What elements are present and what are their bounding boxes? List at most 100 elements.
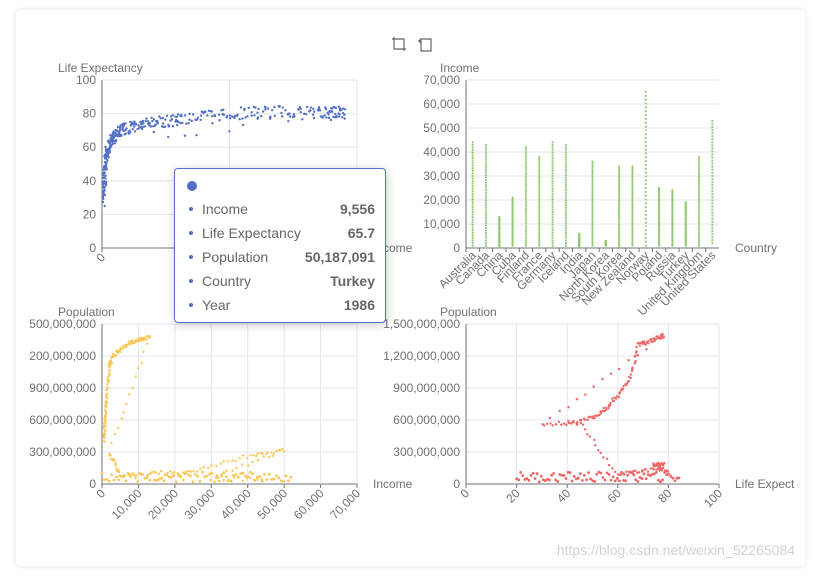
data-point: [103, 161, 107, 164]
data-point: [134, 123, 138, 126]
data-point: [162, 479, 166, 483]
y-tick-label: 300,000,000: [29, 445, 96, 459]
data-point: [538, 155, 541, 158]
data-point: [711, 205, 714, 208]
data-point: [484, 146, 488, 149]
data-point: [631, 202, 634, 206]
data-point: [697, 157, 701, 161]
data-point: [471, 205, 474, 208]
data-point: [484, 214, 488, 217]
data-point: [114, 463, 117, 467]
data-point: [636, 480, 640, 483]
data-point: [114, 475, 118, 479]
data-point: [204, 110, 207, 113]
data-point: [484, 186, 488, 189]
data-point: [549, 422, 552, 425]
data-point: [654, 470, 658, 474]
data-point: [633, 362, 637, 365]
data-point: [631, 195, 634, 198]
x-tick-label: 40: [554, 486, 574, 506]
data-point: [326, 111, 329, 114]
data-point: [631, 236, 634, 239]
data-point: [621, 387, 625, 391]
y-axis-name: Population: [440, 305, 497, 319]
data-point: [231, 469, 234, 472]
data-point: [644, 98, 647, 101]
data-point: [309, 109, 312, 112]
data-point: [618, 239, 621, 242]
data-point: [591, 175, 594, 178]
data-point: [104, 409, 107, 412]
data-point: [343, 108, 347, 111]
data-point: [551, 200, 554, 203]
data-point: [591, 238, 594, 241]
data-point: [524, 237, 528, 240]
zoom-reset-icon[interactable]: [417, 36, 433, 52]
data-point: [618, 199, 621, 202]
data-point: [484, 201, 488, 204]
data-point: [484, 234, 488, 237]
tooltip: Income 9,556 Life Expectancy 65.7 Popula…: [174, 168, 386, 323]
data-point: [631, 208, 634, 212]
data-point: [644, 198, 647, 201]
data-point: [103, 189, 106, 192]
data-point: [591, 198, 594, 201]
data-point: [471, 154, 474, 157]
data-point: [613, 470, 617, 474]
data-point: [116, 426, 120, 430]
data-point: [248, 470, 252, 474]
data-point: [229, 479, 233, 483]
x-tick-label: 20,000: [145, 486, 181, 522]
data-point: [110, 138, 113, 142]
data-point: [228, 114, 232, 117]
area-zoom-icon[interactable]: [391, 36, 407, 52]
data-point: [551, 216, 554, 219]
data-point: [312, 116, 316, 120]
data-point: [287, 479, 290, 483]
data-point: [638, 344, 642, 347]
data-point: [564, 219, 567, 222]
data-point: [524, 195, 528, 198]
data-point: [471, 143, 474, 147]
data-point: [564, 168, 567, 172]
data-point: [576, 476, 580, 480]
data-point: [644, 213, 647, 216]
data-point: [241, 123, 245, 127]
data-point: [124, 122, 127, 125]
data-point: [188, 118, 191, 121]
data-point: [635, 350, 638, 353]
data-point: [191, 113, 195, 116]
data-point: [484, 206, 488, 209]
x-tick-label: 20: [503, 486, 523, 506]
data-point: [609, 478, 613, 482]
data-point: [174, 480, 178, 484]
y-tick-label: 600,000,000: [393, 413, 460, 427]
data-point: [644, 209, 647, 213]
data-point: [524, 242, 528, 245]
data-point: [113, 459, 116, 462]
data-point: [325, 116, 328, 119]
data-point: [186, 472, 190, 476]
data-point: [225, 116, 228, 119]
data-point: [199, 114, 203, 117]
data-point: [581, 423, 585, 426]
data-point: [551, 205, 554, 208]
data-point: [270, 451, 273, 454]
data-point: [580, 419, 583, 422]
data-point: [564, 477, 568, 480]
data-point: [266, 451, 269, 454]
data-point: [280, 111, 283, 115]
data-point: [284, 109, 287, 112]
data-point: [471, 195, 474, 198]
data-point: [167, 124, 171, 128]
data-point: [697, 242, 701, 245]
data-point: [599, 451, 602, 455]
data-point: [564, 214, 567, 217]
data-point: [334, 112, 337, 116]
data-point: [177, 120, 180, 123]
data-point: [631, 240, 634, 243]
data-point: [113, 353, 117, 357]
data-point: [652, 462, 655, 465]
data-point: [524, 187, 528, 191]
data-point: [711, 239, 714, 242]
